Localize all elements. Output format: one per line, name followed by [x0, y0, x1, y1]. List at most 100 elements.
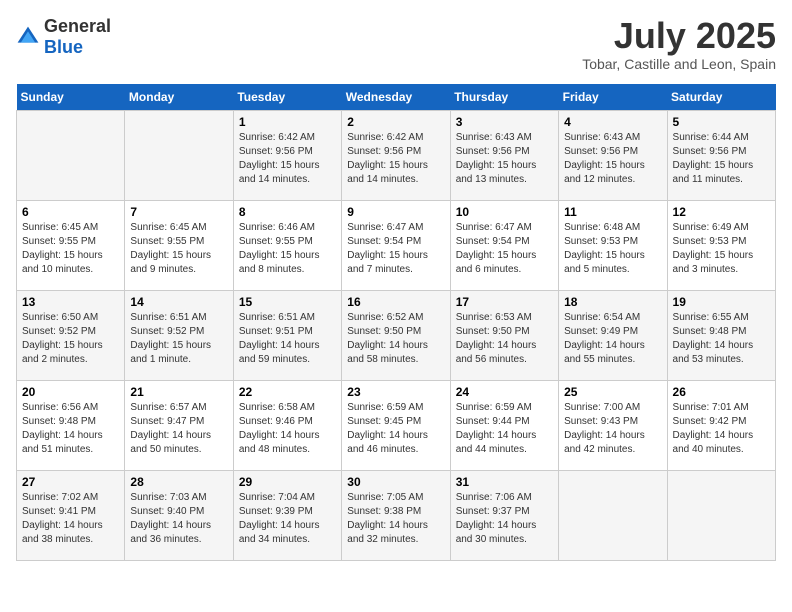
calendar-cell: 21Sunrise: 6:57 AMSunset: 9:47 PMDayligh… [125, 380, 233, 470]
day-number: 29 [239, 475, 336, 489]
calendar-cell: 1 Sunrise: 6:42 AMSunset: 9:56 PMDaylight… [233, 110, 341, 200]
day-number: 30 [347, 475, 444, 489]
day-number: 12 [673, 205, 770, 219]
calendar-cell: 2Sunrise: 6:42 AMSunset: 9:56 PMDaylight… [342, 110, 450, 200]
day-info: Sunrise: 6:54 AMSunset: 9:49 PMDaylight:… [564, 311, 661, 367]
day-info: Sunrise: 6:56 AMSunset: 9:48 PMDaylight:… [22, 401, 119, 457]
calendar-cell: 29 Sunrise: 7:04 AMSunset: 9:39 PMDayligh… [233, 470, 341, 560]
calendar-cell: 8 Sunrise: 6:46 AMSunset: 9:55 PMDaylight… [233, 200, 341, 290]
day-info: Sunrise: 7:03 AMSunset: 9:40 PMDaylight:… [130, 491, 227, 547]
day-info: Sunrise: 6:50 AMSunset: 9:52 PMDaylight:… [22, 311, 119, 367]
day-number: 19 [673, 295, 770, 309]
calendar-cell: 18 Sunrise: 6:54 AMSunset: 9:49 PMDayligh… [559, 290, 667, 380]
calendar-cell: 12 Sunrise: 6:49 AMSunset: 9:53 PMDayligh… [667, 200, 775, 290]
day-info: Sunrise: 6:42 AMSunset: 9:56 PMDaylight:… [239, 131, 336, 187]
logo-general: General [44, 16, 111, 36]
weekday-header-sunday: Sunday [17, 84, 125, 111]
day-info: Sunrise: 6:47 AMSunset: 9:54 PMDaylight:… [456, 221, 553, 277]
calendar-cell: 16 Sunrise: 6:52 AMSunset: 9:50 PMDayligh… [342, 290, 450, 380]
day-number: 14 [130, 295, 227, 309]
calendar-cell: 28 Sunrise: 7:03 AMSunset: 9:40 PMDayligh… [125, 470, 233, 560]
day-number: 1 [239, 115, 336, 129]
calendar-week-row: 27 Sunrise: 7:02 AMSunset: 9:41 PMDayligh… [17, 470, 776, 560]
day-info: Sunrise: 6:49 AMSunset: 9:53 PMDaylight:… [673, 221, 770, 277]
calendar-cell: 3 Sunrise: 6:43 AMSunset: 9:56 PMDaylight… [450, 110, 558, 200]
day-info: Sunrise: 6:42 AMSunset: 9:56 PMDaylight:… [347, 131, 444, 187]
page-header: General Blue July 2025 Tobar, Castille a… [16, 16, 776, 72]
location-subtitle: Tobar, Castille and Leon, Spain [582, 56, 776, 72]
day-number: 21 [130, 385, 227, 399]
weekday-header-wednesday: Wednesday [342, 84, 450, 111]
calendar-cell [125, 110, 233, 200]
day-number: 18 [564, 295, 661, 309]
calendar-cell: 14 Sunrise: 6:51 AMSunset: 9:52 PMDayligh… [125, 290, 233, 380]
calendar-cell: 9Sunrise: 6:47 AMSunset: 9:54 PMDaylight… [342, 200, 450, 290]
calendar-cell: 10 Sunrise: 6:47 AMSunset: 9:54 PMDayligh… [450, 200, 558, 290]
calendar-cell [559, 470, 667, 560]
day-info: Sunrise: 6:58 AMSunset: 9:46 PMDaylight:… [239, 401, 336, 457]
day-info: Sunrise: 6:51 AMSunset: 9:51 PMDaylight:… [239, 311, 336, 367]
calendar-table: SundayMondayTuesdayWednesdayThursdayFrid… [16, 84, 776, 561]
calendar-cell: 30 Sunrise: 7:05 AMSunset: 9:38 PMDayligh… [342, 470, 450, 560]
day-number: 11 [564, 205, 661, 219]
day-info: Sunrise: 6:52 AMSunset: 9:50 PMDaylight:… [347, 311, 444, 367]
weekday-header-tuesday: Tuesday [233, 84, 341, 111]
day-info: Sunrise: 6:55 AMSunset: 9:48 PMDaylight:… [673, 311, 770, 367]
logo-blue: Blue [44, 37, 83, 57]
day-number: 5 [673, 115, 770, 129]
day-info: Sunrise: 7:00 AMSunset: 9:43 PMDaylight:… [564, 401, 661, 457]
calendar-cell: 15 Sunrise: 6:51 AMSunset: 9:51 PMDayligh… [233, 290, 341, 380]
day-info: Sunrise: 7:06 AMSunset: 9:37 PMDaylight:… [456, 491, 553, 547]
calendar-cell: 19 Sunrise: 6:55 AMSunset: 9:48 PMDayligh… [667, 290, 775, 380]
calendar-cell [667, 470, 775, 560]
day-info: Sunrise: 6:46 AMSunset: 9:55 PMDaylight:… [239, 221, 336, 277]
day-number: 10 [456, 205, 553, 219]
day-number: 15 [239, 295, 336, 309]
calendar-cell [17, 110, 125, 200]
day-number: 28 [130, 475, 227, 489]
day-info: Sunrise: 7:05 AMSunset: 9:38 PMDaylight:… [347, 491, 444, 547]
calendar-cell: 7 Sunrise: 6:45 AMSunset: 9:55 PMDaylight… [125, 200, 233, 290]
weekday-header-saturday: Saturday [667, 84, 775, 111]
day-number: 8 [239, 205, 336, 219]
calendar-cell: 27 Sunrise: 7:02 AMSunset: 9:41 PMDayligh… [17, 470, 125, 560]
day-number: 7 [130, 205, 227, 219]
day-number: 24 [456, 385, 553, 399]
logo-icon [16, 25, 40, 49]
calendar-week-row: 20 Sunrise: 6:56 AMSunset: 9:48 PMDayligh… [17, 380, 776, 470]
day-info: Sunrise: 7:02 AMSunset: 9:41 PMDaylight:… [22, 491, 119, 547]
day-number: 31 [456, 475, 553, 489]
day-number: 27 [22, 475, 119, 489]
day-info: Sunrise: 7:04 AMSunset: 9:39 PMDaylight:… [239, 491, 336, 547]
day-number: 23 [347, 385, 444, 399]
day-info: Sunrise: 6:45 AMSunset: 9:55 PMDaylight:… [22, 221, 119, 277]
month-year-title: July 2025 [582, 16, 776, 56]
day-number: 4 [564, 115, 661, 129]
calendar-cell: 26Sunrise: 7:01 AMSunset: 9:42 PMDayligh… [667, 380, 775, 470]
day-info: Sunrise: 6:44 AMSunset: 9:56 PMDaylight:… [673, 131, 770, 187]
day-number: 16 [347, 295, 444, 309]
day-info: Sunrise: 6:47 AMSunset: 9:54 PMDaylight:… [347, 221, 444, 277]
calendar-cell: 22 Sunrise: 6:58 AMSunset: 9:46 PMDayligh… [233, 380, 341, 470]
day-info: Sunrise: 6:45 AMSunset: 9:55 PMDaylight:… [130, 221, 227, 277]
calendar-cell: 13 Sunrise: 6:50 AMSunset: 9:52 PMDayligh… [17, 290, 125, 380]
calendar-cell: 23Sunrise: 6:59 AMSunset: 9:45 PMDayligh… [342, 380, 450, 470]
weekday-header-row: SundayMondayTuesdayWednesdayThursdayFrid… [17, 84, 776, 111]
calendar-cell: 5 Sunrise: 6:44 AMSunset: 9:56 PMDaylight… [667, 110, 775, 200]
day-number: 13 [22, 295, 119, 309]
calendar-cell: 4Sunrise: 6:43 AMSunset: 9:56 PMDaylight… [559, 110, 667, 200]
day-info: Sunrise: 6:43 AMSunset: 9:56 PMDaylight:… [456, 131, 553, 187]
title-block: July 2025 Tobar, Castille and Leon, Spai… [582, 16, 776, 72]
calendar-week-row: 1 Sunrise: 6:42 AMSunset: 9:56 PMDaylight… [17, 110, 776, 200]
calendar-cell: 11Sunrise: 6:48 AMSunset: 9:53 PMDayligh… [559, 200, 667, 290]
day-number: 20 [22, 385, 119, 399]
day-info: Sunrise: 6:53 AMSunset: 9:50 PMDaylight:… [456, 311, 553, 367]
day-number: 17 [456, 295, 553, 309]
day-number: 22 [239, 385, 336, 399]
logo: General Blue [16, 16, 111, 58]
calendar-cell: 17 Sunrise: 6:53 AMSunset: 9:50 PMDayligh… [450, 290, 558, 380]
calendar-week-row: 6Sunrise: 6:45 AMSunset: 9:55 PMDaylight… [17, 200, 776, 290]
day-number: 3 [456, 115, 553, 129]
day-info: Sunrise: 6:51 AMSunset: 9:52 PMDaylight:… [130, 311, 227, 367]
weekday-header-monday: Monday [125, 84, 233, 111]
